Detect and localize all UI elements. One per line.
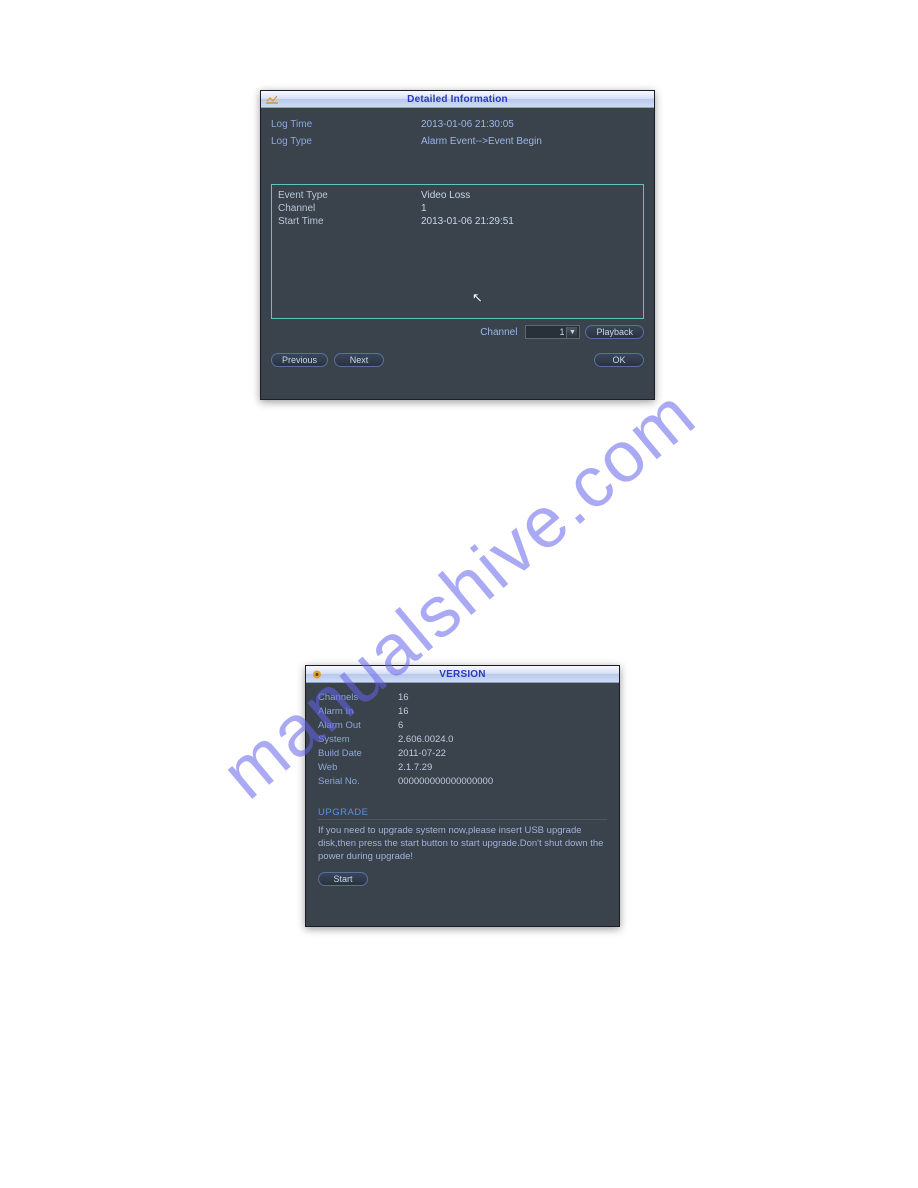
version-row-channels: Channels 16 [318,691,607,705]
gear-icon [310,668,324,681]
serial-value: 000000000000000000 [398,775,493,789]
alarm-out-value: 6 [398,719,403,733]
event-details-box: Event Type Video Loss Channel 1 Start Ti… [271,184,644,319]
event-channel-label: Channel [278,202,421,215]
alarm-out-label: Alarm Out [318,719,398,733]
log-time-row: Log Time 2013-01-06 21:30:05 [271,118,644,132]
system-label: System [318,733,398,747]
log-type-value: Alarm Event-->Event Begin [421,135,542,149]
version-dialog: VERSION Channels 16 Alarm In 16 Alarm Ou… [305,665,620,927]
build-date-value: 2011-07-22 [398,747,446,761]
event-start-time-value: 2013-01-06 21:29:51 [421,215,514,228]
playback-button[interactable]: Playback [585,325,644,339]
version-row-build-date: Build Date 2011-07-22 [318,747,607,761]
version-row-serial: Serial No. 000000000000000000 [318,775,607,789]
upgrade-heading: UPGRADE [318,807,607,820]
version-row-system: System 2.606.0024.0 [318,733,607,747]
event-type-value: Video Loss [421,189,470,202]
serial-label: Serial No. [318,775,398,789]
version-row-web: Web 2.1.7.29 [318,761,607,775]
cursor-icon: ↖ [472,290,483,306]
event-type-label: Event Type [278,189,421,202]
chevron-down-icon: ▼ [566,327,577,338]
web-value: 2.1.7.29 [398,761,432,775]
version-row-alarm-in: Alarm In 16 [318,705,607,719]
next-button[interactable]: Next [334,353,384,367]
previous-button[interactable]: Previous [271,353,328,367]
dialog-title: VERSION [439,669,485,680]
channel-dropdown-value: 1 [559,327,564,337]
log-type-row: Log Type Alarm Event-->Event Begin [271,135,644,149]
titlebar: Detailed Information [261,91,654,108]
log-type-label: Log Type [271,135,421,149]
system-value: 2.606.0024.0 [398,733,453,747]
dialog-title: Detailed Information [407,94,508,105]
channels-value: 16 [398,691,409,705]
start-button[interactable]: Start [318,872,368,886]
channels-label: Channels [318,691,398,705]
log-time-value: 2013-01-06 21:30:05 [421,118,514,132]
ok-button[interactable]: OK [594,353,644,367]
log-icon [265,93,279,106]
channel-dropdown[interactable]: 1 ▼ [525,325,580,339]
web-label: Web [318,761,398,775]
event-channel-value: 1 [421,202,427,215]
build-date-label: Build Date [318,747,398,761]
event-start-time-label: Start Time [278,215,421,228]
titlebar: VERSION [306,666,619,683]
upgrade-instructions: If you need to upgrade system now,please… [318,824,607,863]
log-time-label: Log Time [271,118,421,132]
alarm-in-value: 16 [398,705,409,719]
version-row-alarm-out: Alarm Out 6 [318,719,607,733]
detailed-info-dialog: Detailed Information Log Time 2013-01-06… [260,90,655,400]
channel-select-label: Channel [480,327,517,338]
alarm-in-label: Alarm In [318,705,398,719]
